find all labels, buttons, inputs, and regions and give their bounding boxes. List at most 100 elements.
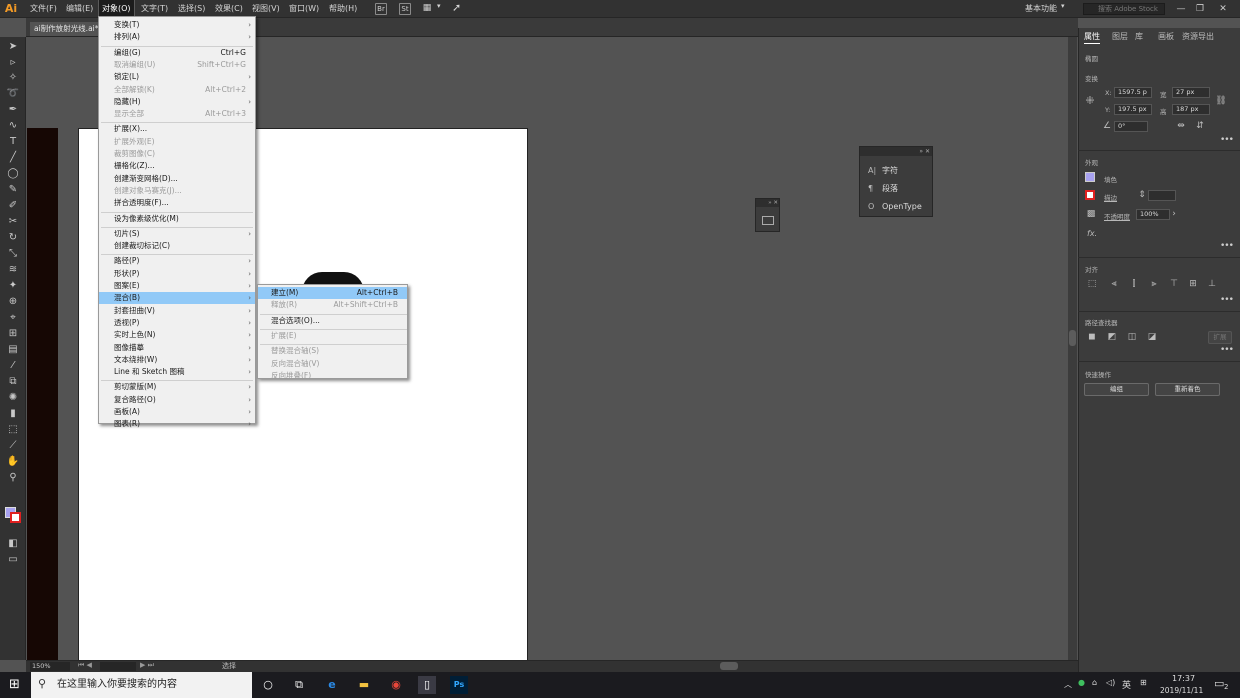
edge-browser-icon[interactable]: e [323,676,341,694]
rotate-tool-icon[interactable]: ↻ [5,231,21,245]
slice-tool-icon[interactable]: ⟋ [5,439,21,453]
notification-icon[interactable]: ▭ [1214,677,1224,690]
align-right-icon[interactable]: ⫸ [1148,279,1160,290]
recolor-button[interactable]: 重新着色 [1155,383,1220,396]
blend-menu-item[interactable]: 建立(M) Alt+Ctrl+B [258,287,407,299]
graph-tool-icon[interactable]: ▮ [5,407,21,421]
flip-vertical-icon[interactable]: ⇵ [1194,121,1206,132]
input-mode-icon[interactable]: ⊞ [1140,678,1147,687]
cortana-icon[interactable]: ○ [259,676,277,694]
x-field[interactable]: 1597.5 p [1114,87,1152,98]
artboard-number-field[interactable] [100,662,136,671]
stock-icon[interactable]: St [399,3,411,15]
menu-file[interactable]: 文件(F) [27,0,60,18]
object-menu-item[interactable]: 创建裁切标记(C) [99,240,255,252]
width-field[interactable]: 27 px [1172,87,1210,98]
photoshop-icon[interactable]: Ps [450,676,468,694]
unite-icon[interactable]: ◼ [1086,332,1098,343]
reference-point-icon[interactable]: ⁜ [1084,95,1096,106]
align-top-icon[interactable]: ⊤ [1168,279,1180,290]
type-tool-icon[interactable]: T [5,135,21,149]
pen-tool-icon[interactable]: ✒ [5,103,21,117]
scrollbar-thumb[interactable] [1069,330,1076,346]
tab-asset-export[interactable]: 资源导出 [1182,31,1214,43]
taskbar-search-box[interactable]: 在这里输入你要搜索的内容 [31,672,252,698]
blend-menu-item[interactable]: 混合选项(O)... [258,315,407,327]
bridge-icon[interactable]: Br [375,3,387,15]
chevron-right-icon[interactable]: › [1168,209,1180,220]
chrome-icon[interactable]: ◉ [387,676,405,694]
stroke-stepper-icon[interactable]: ⇕ [1136,190,1148,201]
object-menu-item[interactable]: 扩展(X)... [99,123,255,135]
character-panel-item[interactable]: A| 字符 [868,165,898,177]
object-menu-item[interactable]: 封套扭曲(V) › [99,305,255,317]
document-tab[interactable]: ai制作放射光线.ai* [30,22,103,36]
exclude-icon[interactable]: ◪ [1146,332,1158,343]
object-menu-item[interactable]: 变换(T) › [99,19,255,31]
hand-tool-icon[interactable]: ✋ [5,455,21,469]
object-menu-item[interactable]: 图案(E) › [99,280,255,292]
artboard-nav-next[interactable]: ▶ ⏭ [140,661,154,670]
menu-window[interactable]: 窗口(W) [286,0,322,18]
drawing-modes-icon[interactable]: ◧ [5,537,21,551]
volume-icon[interactable]: ◁) [1106,678,1115,687]
clock-date[interactable]: 2019/11/11 [1160,686,1203,695]
object-menu-item[interactable]: 设为像素级优化(M) [99,213,255,225]
object-menu-item[interactable]: 剪切蒙版(M) › [99,381,255,393]
task-view-icon[interactable]: ⧉ [290,676,308,694]
more-options-icon[interactable]: ••• [1220,135,1234,145]
object-menu-item[interactable]: 路径(P) › [99,255,255,267]
constrain-proportions-icon[interactable]: ⛓ [1215,96,1227,107]
direct-selection-tool-icon[interactable]: ▹ [5,56,21,70]
intersect-icon[interactable]: ◫ [1126,332,1138,343]
paragraph-panel-item[interactable]: ¶ 段落 [868,183,898,195]
shape-builder-icon[interactable]: ⊕ [5,295,21,309]
restore-icon[interactable]: ❐ [1190,0,1210,18]
paintbrush-icon[interactable]: ✎ [5,183,21,197]
line-tool-icon[interactable]: ╱ [5,151,21,165]
object-menu-item[interactable]: 排列(A) › [99,31,255,43]
stroke-label[interactable]: 描边 [1104,192,1117,202]
file-explorer-icon[interactable]: ▬ [355,676,373,694]
more-options-icon[interactable]: ••• [1220,295,1234,305]
document-app-icon[interactable]: ▯ [418,676,436,694]
object-menu-item[interactable]: 透视(P) › [99,317,255,329]
stroke-weight-field[interactable] [1148,190,1176,201]
object-menu-item[interactable]: 画板(A) › [99,406,255,418]
stock-search-input[interactable]: 搜索 Adobe Stock [1083,3,1165,15]
tab-artboards[interactable]: 画板 [1158,31,1174,43]
close-icon[interactable]: ✕ [1213,0,1233,18]
artboard-tool-icon[interactable]: ⬚ [5,423,21,437]
align-hcenter-icon[interactable]: ⫿ [1128,279,1140,290]
object-menu-item[interactable]: 锁定(L) › [99,71,255,83]
object-menu-item[interactable]: 图像描摹 › [99,342,255,354]
chevron-down-icon[interactable]: ▾ [437,2,441,10]
zoom-field[interactable]: 150% [30,662,70,671]
stroke-color-swatch[interactable] [1085,190,1095,200]
lasso-icon[interactable]: ➰ [5,87,21,101]
tab-properties[interactable]: 属性 [1084,31,1100,44]
object-menu-item[interactable]: 形状(P) › [99,268,255,280]
vertical-scrollbar[interactable] [1068,37,1077,660]
object-menu-item[interactable]: 图表(R) › [99,418,255,430]
puppet-warp-icon[interactable]: ✦ [5,279,21,293]
object-menu-item[interactable]: 复合路径(O) › [99,394,255,406]
clock-time[interactable]: 17:37 [1172,674,1195,683]
arrange-documents-icon[interactable]: ▦ [420,3,434,15]
workspace-switcher[interactable]: 基本功能 [1025,0,1057,18]
horizontal-scrollbar-thumb[interactable] [720,662,738,670]
expand-button[interactable]: 扩展 [1208,331,1232,344]
fx-button[interactable]: fx. [1087,229,1097,238]
object-menu-item[interactable]: 拼合透明度(F)... [99,197,255,209]
ellipse-tool-icon[interactable]: ◯ [5,167,21,181]
gradient-tool-icon[interactable]: ▤ [5,343,21,357]
network-icon[interactable]: ⌂ [1092,678,1097,687]
rotate-field[interactable]: 0° [1114,121,1148,132]
tab-layers[interactable]: 图层 [1112,31,1128,43]
object-menu-item[interactable]: 文本绕排(W) › [99,354,255,366]
opacity-field[interactable]: 100% [1136,209,1170,220]
minus-front-icon[interactable]: ◩ [1106,332,1118,343]
input-language[interactable]: 英 [1122,678,1131,691]
tab-libraries[interactable]: 库 [1135,31,1143,43]
object-menu-item[interactable]: 隐藏(H) › [99,96,255,108]
